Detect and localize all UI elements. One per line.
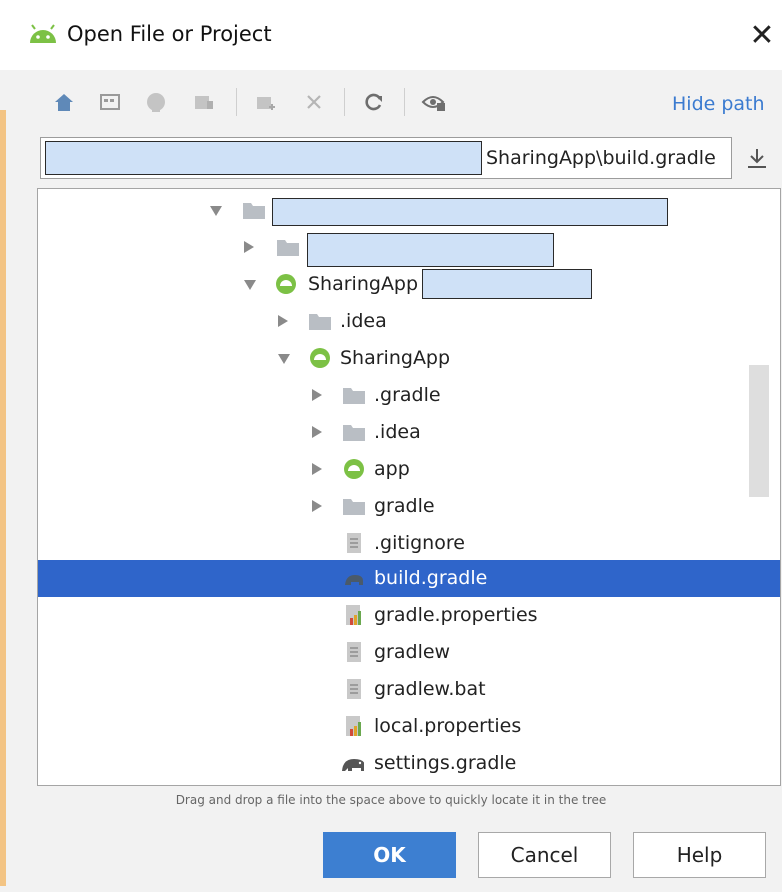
- download-icon[interactable]: [744, 146, 770, 172]
- tree-item-label: .gitignore: [374, 532, 465, 554]
- close-button[interactable]: ✕: [742, 14, 782, 58]
- new-folder-icon: [257, 97, 275, 110]
- tree-item[interactable]: .idea: [38, 414, 780, 451]
- help-button[interactable]: Help: [633, 832, 766, 878]
- window-edge: [0, 110, 6, 886]
- home-icon: [55, 94, 73, 111]
- folder-icon: [277, 240, 299, 256]
- tree-item-label: .idea: [340, 310, 387, 332]
- tree-item[interactable]: gradlew: [38, 634, 780, 671]
- dialog-title: Open File or Project: [67, 22, 272, 46]
- folder-icon: [343, 425, 365, 441]
- module-button[interactable]: [188, 86, 220, 118]
- folder-icon: [343, 388, 365, 404]
- show-hidden-button[interactable]: [418, 86, 450, 118]
- redacted-path-prefix: [45, 141, 482, 175]
- file-tree[interactable]: SharingApp .idea SharingApp .gradle .ide…: [37, 188, 781, 786]
- tree-item[interactable]: .idea: [38, 303, 780, 340]
- show-hidden-icon: [421, 96, 445, 111]
- tree-item[interactable]: gradle: [38, 488, 780, 525]
- collapse-arrow[interactable]: [312, 389, 322, 401]
- collapse-arrow[interactable]: [312, 500, 322, 512]
- expand-arrow[interactable]: [244, 280, 256, 290]
- properties-file-icon: [346, 605, 361, 625]
- tree-item[interactable]: app: [38, 451, 780, 488]
- desktop-icon: [100, 94, 120, 110]
- tree-item[interactable]: .gradle: [38, 377, 780, 414]
- home-button[interactable]: [48, 86, 80, 118]
- android-module-icon: [344, 459, 364, 479]
- module-icon: [195, 96, 213, 109]
- toolbar-separator: [236, 88, 237, 116]
- tree-item-label: local.properties: [374, 715, 522, 737]
- delete-icon: [307, 95, 321, 109]
- toolbar-separator: [404, 88, 405, 116]
- android-module-icon: [276, 274, 296, 294]
- text-file-icon: [347, 533, 361, 553]
- cancel-button[interactable]: Cancel: [478, 832, 611, 878]
- tree-item-label: SharingApp: [340, 347, 451, 369]
- collapse-arrow[interactable]: [312, 463, 322, 475]
- redacted-folder-suffix: [422, 269, 592, 299]
- delete-button[interactable]: [298, 86, 330, 118]
- project-button[interactable]: [140, 86, 172, 118]
- collapse-arrow[interactable]: [278, 315, 288, 327]
- tree-item[interactable]: [38, 192, 780, 229]
- hide-path-link[interactable]: Hide path: [672, 93, 765, 115]
- new-folder-button[interactable]: [250, 86, 282, 118]
- folder-icon: [243, 203, 265, 219]
- redacted-folder-name: [307, 233, 554, 267]
- folder-icon: [343, 499, 365, 515]
- folder-icon: [309, 314, 331, 330]
- tree-item-selected[interactable]: build.gradle: [38, 560, 780, 597]
- text-file-icon: [347, 679, 361, 699]
- expand-arrow[interactable]: [210, 206, 222, 216]
- tree-item-label: gradle.properties: [374, 604, 538, 626]
- ok-button[interactable]: OK: [323, 832, 456, 878]
- gradle-elephant-icon: [342, 759, 364, 771]
- tree-item-label: gradlew: [374, 641, 451, 663]
- android-logo-icon: [30, 24, 56, 43]
- tree-item[interactable]: local.properties: [38, 708, 780, 745]
- desktop-button[interactable]: [94, 86, 126, 118]
- tree-item-label: build.gradle: [374, 567, 488, 589]
- tree-item[interactable]: SharingApp: [38, 340, 780, 377]
- tree-item[interactable]: SharingApp: [38, 266, 780, 303]
- tree-item-label: app: [374, 458, 410, 480]
- tree-scrollbar[interactable]: [749, 365, 769, 497]
- tree-item[interactable]: gradle.properties: [38, 597, 780, 634]
- tree-item-label: settings.gradle: [374, 752, 517, 774]
- tree-item[interactable]: .gitignore: [38, 525, 780, 562]
- tree-item[interactable]: [38, 229, 780, 267]
- expand-arrow[interactable]: [278, 354, 290, 364]
- tree-item-label: .gradle: [374, 384, 441, 406]
- tree-item[interactable]: settings.gradle: [38, 745, 780, 782]
- gradle-file-icon: [345, 575, 363, 585]
- tree-item-label: SharingApp: [308, 273, 419, 295]
- refresh-icon: [365, 93, 382, 111]
- collapse-arrow[interactable]: [312, 426, 322, 438]
- toolbar-separator: [344, 88, 345, 116]
- tree-item[interactable]: gradlew.bat: [38, 671, 780, 708]
- drag-drop-hint: Drag and drop a file into the space abov…: [175, 793, 607, 807]
- tree-item-label: gradle: [374, 495, 435, 517]
- redacted-folder-name: [272, 198, 668, 226]
- collapse-arrow[interactable]: [244, 241, 254, 253]
- path-input-text: SharingApp\build.gradle: [486, 147, 716, 169]
- tree-item-label: gradlew.bat: [374, 678, 486, 700]
- properties-file-icon: [346, 716, 361, 736]
- text-file-icon: [347, 642, 361, 662]
- android-module-icon: [310, 348, 330, 368]
- tree-item-label: .idea: [374, 421, 421, 443]
- project-icon: [147, 93, 165, 112]
- refresh-button[interactable]: [358, 86, 390, 118]
